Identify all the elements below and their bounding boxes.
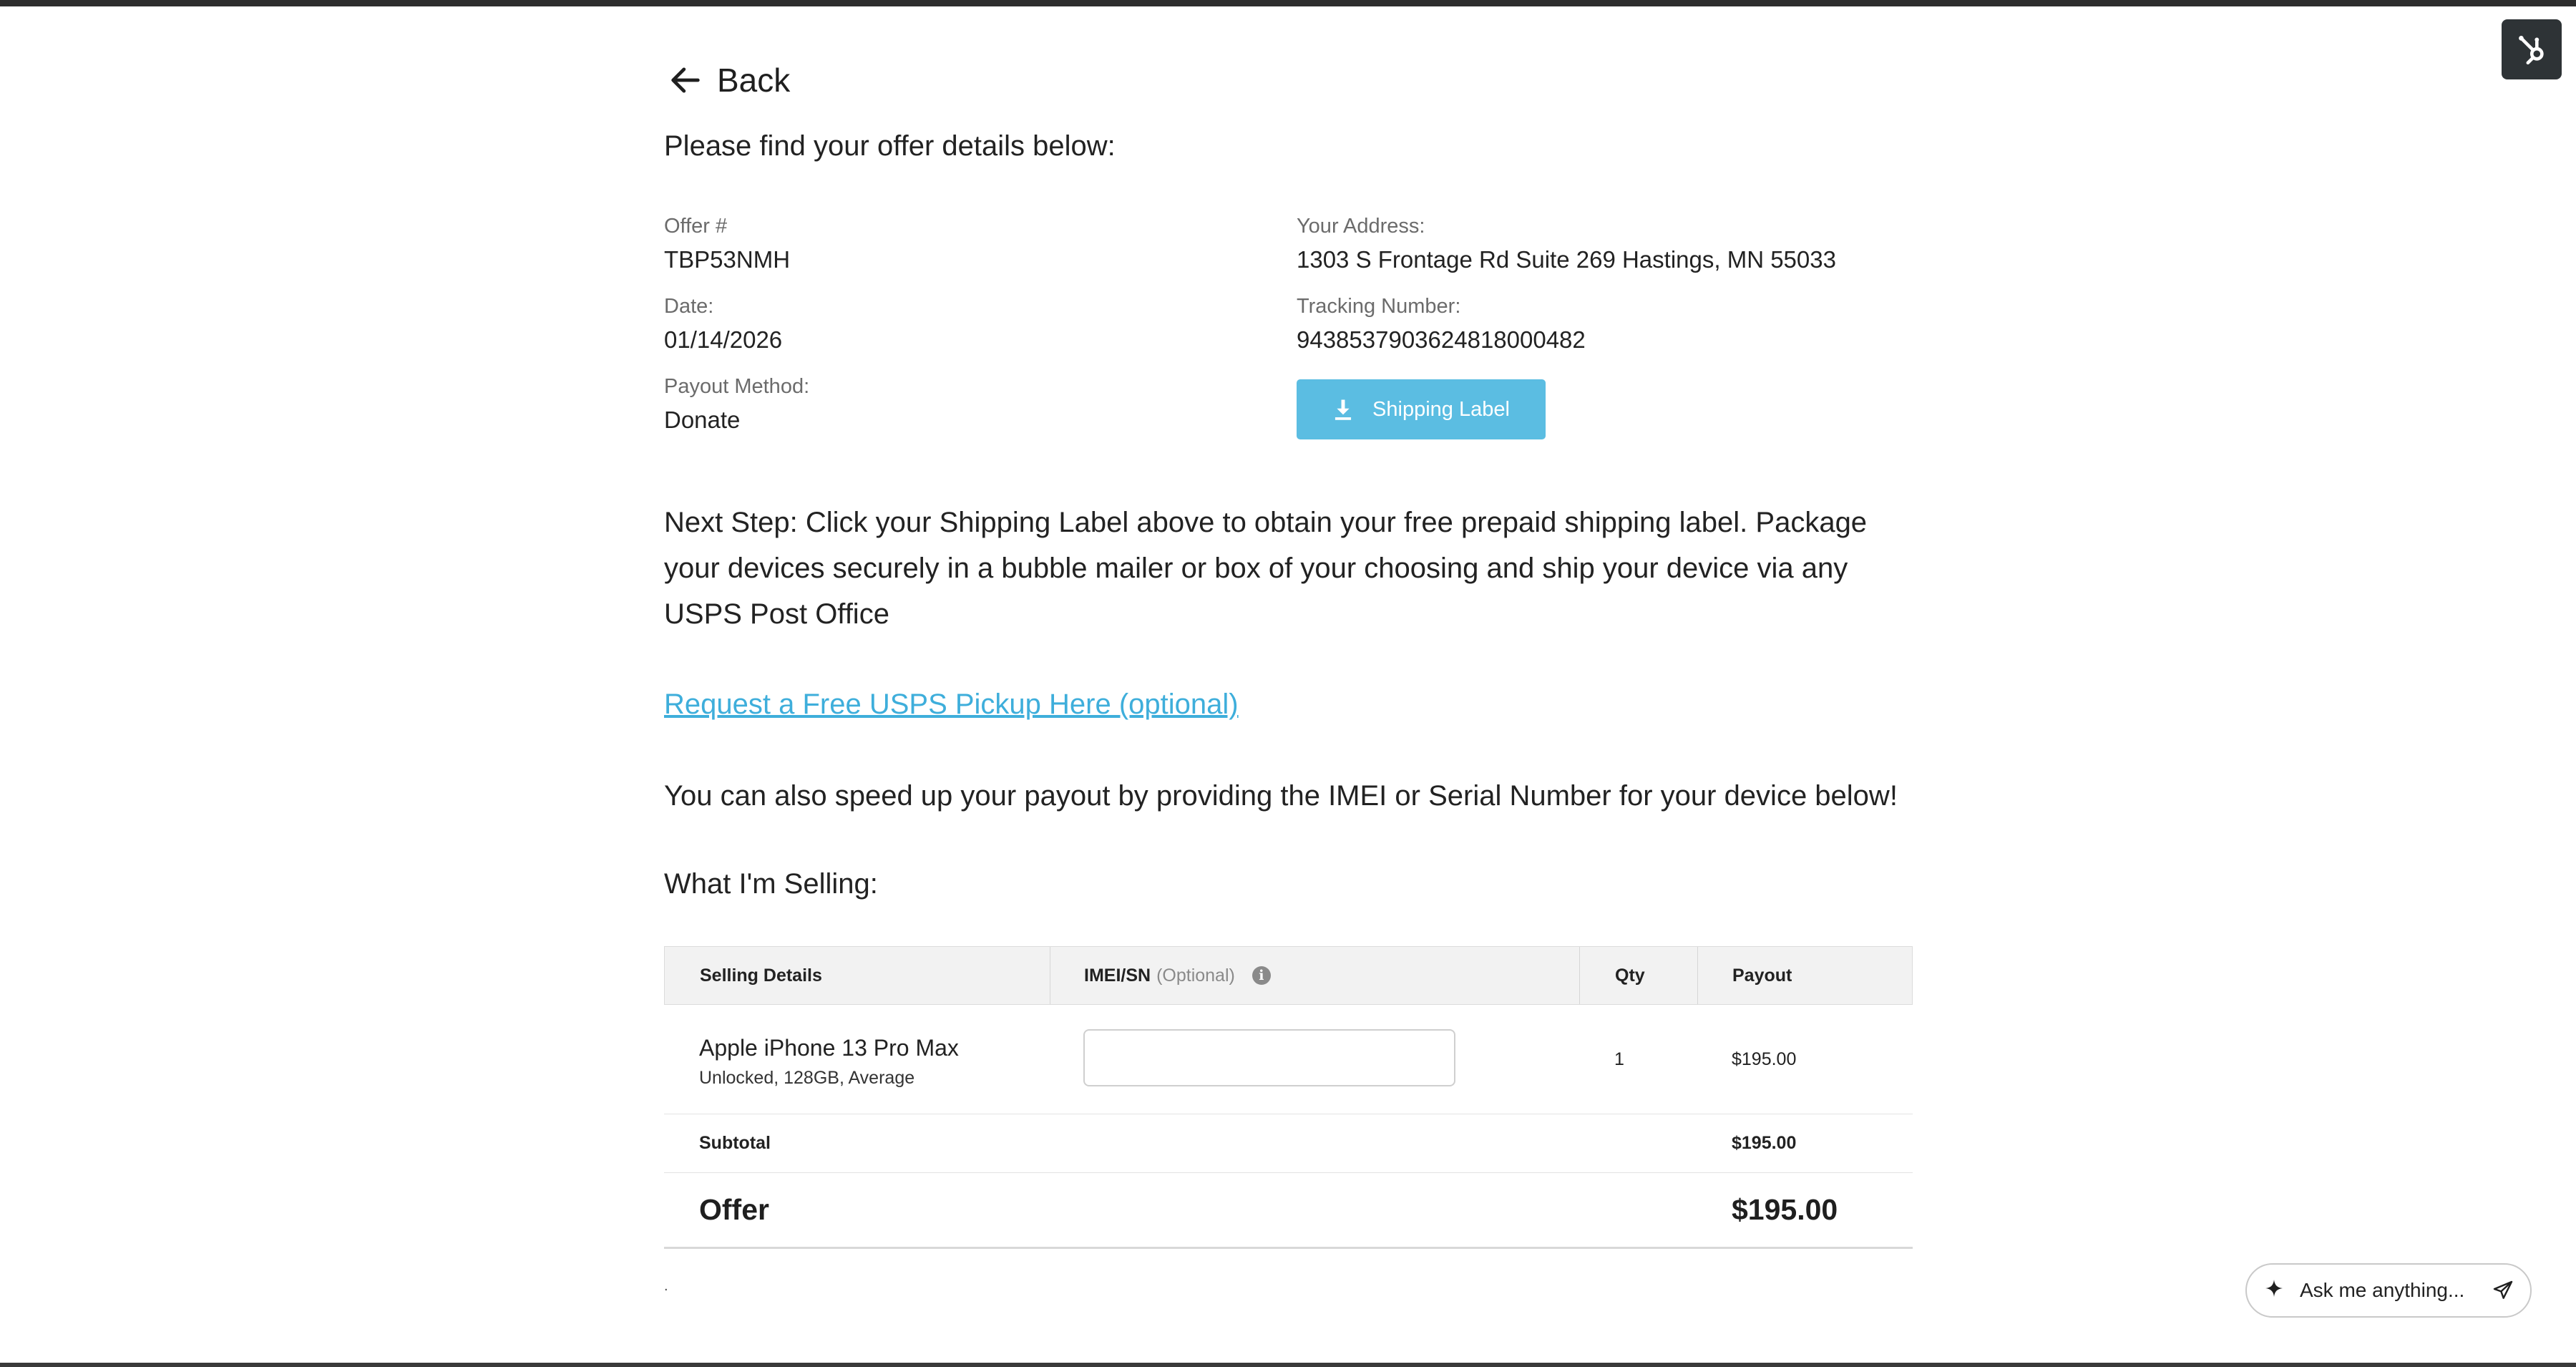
payout-value: $195.00: [1732, 1049, 1797, 1069]
subtotal-label: Subtotal: [699, 1132, 771, 1153]
usps-pickup-link[interactable]: Request a Free USPS Pickup Here (optiona…: [664, 689, 1239, 721]
header-imei-optional: (Optional): [1156, 965, 1235, 986]
assistant-placeholder: Ask me anything...: [2300, 1279, 2465, 1301]
table-header: Selling Details IMEI/SN (Optional) i Qty…: [664, 946, 1913, 1005]
product-name: Apple iPhone 13 Pro Max: [699, 1035, 959, 1061]
subtotal-value: $195.00: [1732, 1132, 1797, 1153]
quantity-value: 1: [1614, 1049, 1624, 1069]
back-label: Back: [717, 62, 791, 99]
tracking-number-label: Tracking Number:: [1297, 295, 1461, 318]
shipping-label-text: Shipping Label: [1372, 397, 1510, 421]
back-button[interactable]: Back: [667, 59, 790, 102]
offer-number-label: Offer #: [664, 215, 728, 238]
stray-period: .: [664, 1278, 668, 1294]
sparkle-icon: [2265, 1280, 2283, 1297]
payout-method: Donate: [664, 407, 741, 433]
next-step-text: Next Step: Click your Shipping Label abo…: [664, 507, 1868, 630]
speed-up-text: You can also speed up your payout by pro…: [664, 780, 1898, 812]
hubspot-widget-button[interactable]: [2502, 19, 2562, 79]
header-qty: Qty: [1615, 965, 1645, 986]
date-label: Date:: [664, 295, 714, 318]
download-icon: [1335, 399, 1352, 420]
offer-number: TBP53NMH: [664, 246, 791, 273]
header-imei-label: IMEI/SN: [1084, 965, 1151, 986]
address-label: Your Address:: [1297, 215, 1425, 238]
offer-total-label: Offer: [699, 1192, 769, 1226]
offer-total-value: $195.00: [1732, 1192, 1838, 1226]
header-payout: Payout: [1732, 965, 1792, 986]
offer-date: 01/14/2026: [664, 326, 783, 353]
payout-method-label: Payout Method:: [664, 375, 810, 398]
header-selling-details: Selling Details: [700, 965, 822, 986]
selling-title: What I'm Selling:: [664, 868, 878, 900]
assistant-input[interactable]: Ask me anything...: [2245, 1263, 2532, 1318]
intro-text: Please find your offer details below:: [664, 130, 1116, 162]
product-description: Unlocked, 128GB, Average: [699, 1068, 915, 1088]
header-imei: IMEI/SN (Optional) i: [1084, 947, 1271, 1004]
offer-total-row: Offer $195.00: [664, 1172, 1913, 1249]
address: 1303 S Frontage Rd Suite 269 Hastings, M…: [1297, 246, 1836, 273]
shipping-label-button[interactable]: Shipping Label: [1297, 379, 1546, 439]
column-divider: [1697, 947, 1698, 1004]
arrow-left-icon: [671, 67, 700, 93]
tracking-number: 9438537903624818000482: [1297, 326, 1586, 353]
window-bottom-border: [0, 1363, 2576, 1367]
column-divider: [1579, 947, 1580, 1004]
hubspot-sprocket-icon: [2519, 36, 2544, 65]
info-icon[interactable]: i: [1252, 966, 1271, 985]
subtotal-row: Subtotal $195.00: [664, 1114, 1913, 1173]
imei-input[interactable]: [1083, 1029, 1455, 1086]
offer-details-page: Back Please find your offer details belo…: [664, 0, 1913, 1367]
table-row: Apple iPhone 13 Pro Max Unlocked, 128GB,…: [664, 1005, 1913, 1114]
send-icon[interactable]: [2492, 1279, 2514, 1302]
